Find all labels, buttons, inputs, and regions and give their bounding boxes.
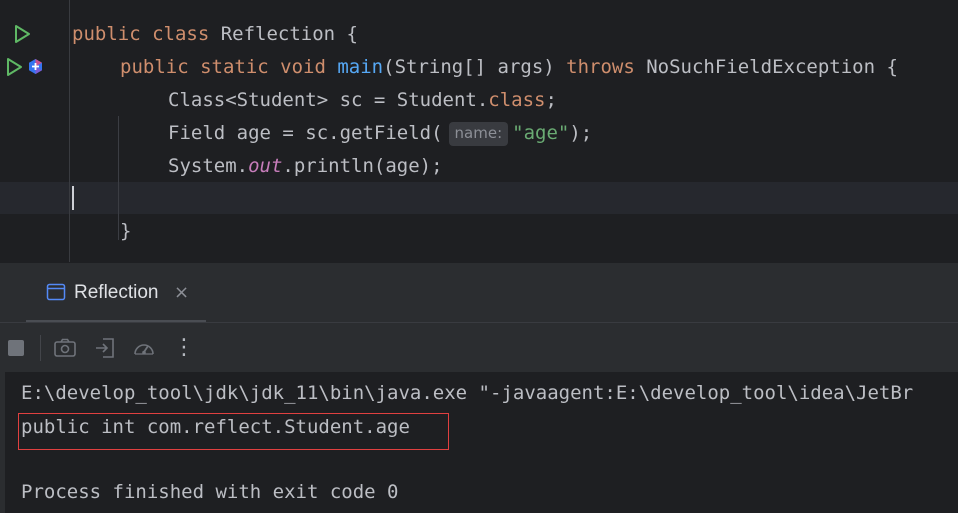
restore-layout-icon[interactable] (93, 336, 117, 360)
code-token: NoSuchFieldException { (646, 56, 898, 78)
profiler-icon[interactable] (132, 336, 156, 360)
code-line-7: } (120, 218, 131, 244)
console-command-line: E:\develop_tool\jdk\jdk_11\bin\java.exe … (21, 382, 914, 404)
stop-icon[interactable] (5, 336, 29, 360)
code-token: throws (566, 56, 647, 78)
close-icon[interactable]: × (174, 281, 189, 305)
run-tab-reflection[interactable]: Reflection × (26, 263, 206, 323)
code-line-3: Class<Student> sc = Student.class; (168, 87, 557, 113)
gutter-divider (69, 0, 70, 262)
text-caret (72, 186, 74, 210)
code-token: Class<Student> sc = Student. (168, 89, 489, 111)
code-token: out (248, 155, 283, 177)
code-token: void (280, 56, 338, 78)
indent-guide (118, 116, 119, 240)
code-token: Field age = sc.getField( (168, 122, 443, 144)
code-token: } (120, 220, 132, 242)
run-main-icon[interactable] (4, 57, 24, 77)
code-token: main (337, 56, 384, 78)
code-token: ; (545, 89, 557, 111)
run-class-icon[interactable] (12, 24, 32, 44)
code-token: class (488, 89, 546, 111)
code-token: System. (168, 155, 249, 177)
annotation-highlight-box (18, 413, 449, 450)
code-token: Reflection { (220, 23, 358, 45)
code-line-1: public class Reflection { (72, 21, 358, 47)
console-output[interactable]: E:\develop_tool\jdk\jdk_11\bin\java.exe … (0, 372, 958, 513)
code-token: class (152, 23, 221, 45)
code-token: public (120, 56, 201, 78)
screenshot-icon[interactable] (53, 336, 77, 360)
more-options-icon[interactable]: ⋮ (172, 336, 196, 360)
console-exit-line: Process finished with exit code 0 (21, 481, 399, 503)
parameter-hint: name: (448, 122, 509, 146)
code-token: (String[] args) (383, 56, 567, 78)
console-window-icon (46, 283, 66, 305)
code-token: public (72, 23, 153, 45)
current-line-highlight (0, 182, 958, 214)
code-line-2: public static void main(String[] args) t… (120, 54, 898, 80)
code-line-4: Field age = sc.getField(name: "age"); (168, 120, 592, 146)
run-tool-window-header: Reflection × (0, 262, 958, 323)
run-tab-label: Reflection (74, 282, 159, 303)
code-editor[interactable]: public class Reflection { public static … (0, 0, 958, 262)
implements-icon[interactable] (27, 58, 44, 75)
code-token: static (200, 56, 281, 78)
console-gutter (0, 372, 5, 513)
code-line-5: System.out.println(age); (168, 153, 443, 179)
code-token: ); (569, 122, 593, 144)
toolbar-separator (40, 335, 41, 361)
code-token: .println(age); (282, 155, 443, 177)
code-token: "age" (512, 122, 570, 144)
run-toolbar: ⋮ (0, 322, 958, 372)
